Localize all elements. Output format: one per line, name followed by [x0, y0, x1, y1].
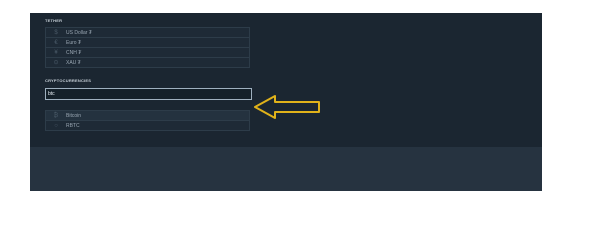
tether-item-xau[interactable]: ⊙ XAU ₮ — [45, 58, 250, 68]
bitcoin-icon: ₿ — [53, 112, 59, 119]
tether-item-label: Euro ₮ — [66, 39, 82, 46]
crypto-item-rbtc[interactable]: ○ RBTC — [45, 121, 250, 131]
euro-icon: € — [54, 39, 58, 46]
crypto-item-bitcoin[interactable]: ₿ Bitcoin — [45, 110, 250, 121]
panel-footer — [30, 147, 542, 191]
tether-item-usd[interactable]: $ US Dollar ₮ — [45, 27, 250, 38]
crypto-section-title: CRYPTOCURRENCIES — [45, 78, 92, 83]
yuan-icon: ¥ — [54, 49, 58, 56]
crypto-item-label: Bitcoin — [66, 112, 82, 119]
arrow-shape — [254, 95, 320, 119]
tether-section-title: TETHER — [45, 18, 63, 23]
pointer-arrow-icon — [254, 95, 320, 119]
tether-list: $ US Dollar ₮ € Euro ₮ ¥ CNH ₮ ⊙ XAU ₮ — [45, 27, 250, 68]
tether-item-label: CNH ₮ — [66, 49, 82, 56]
crypto-list: ₿ Bitcoin ○ RBTC — [45, 110, 250, 131]
tether-item-cnh[interactable]: ¥ CNH ₮ — [45, 48, 250, 58]
tether-item-label: XAU ₮ — [66, 59, 81, 66]
tether-item-eur[interactable]: € Euro ₮ — [45, 38, 250, 48]
rbtc-icon: ○ — [54, 122, 58, 129]
crypto-item-label: RBTC — [66, 122, 80, 129]
crypto-search-input[interactable]: btc — [45, 88, 252, 100]
dollar-icon: $ — [54, 29, 58, 36]
gold-icon: ⊙ — [53, 60, 59, 66]
tether-item-label: US Dollar ₮ — [66, 29, 92, 36]
